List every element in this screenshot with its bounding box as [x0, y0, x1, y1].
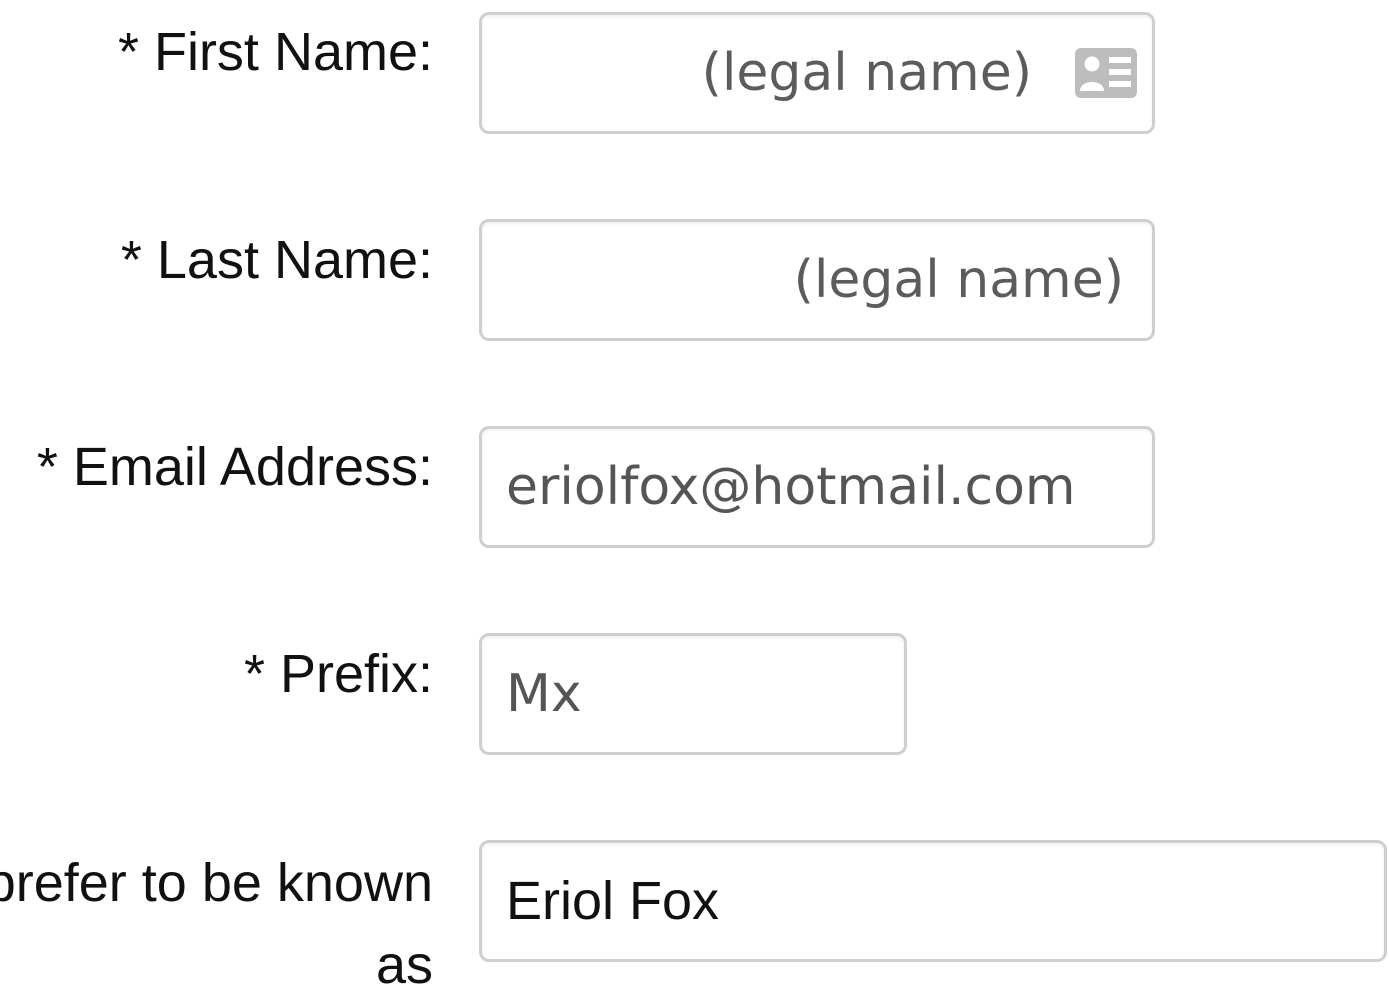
known-as-value: Eriol Fox: [506, 871, 720, 931]
last-name-placeholder: (legal name): [793, 250, 1124, 310]
email-value: eriolfox@hotmail.com: [506, 457, 1076, 517]
contact-card-icon[interactable]: [1074, 47, 1138, 99]
first-name-placeholder: (legal name): [701, 43, 1032, 103]
prefix-label: * Prefix:: [243, 644, 433, 704]
last-name-input[interactable]: (legal name): [479, 219, 1155, 341]
prefix-field[interactable]: Mx: [479, 633, 907, 755]
known-as-label: I prefer to be known as: [0, 853, 433, 995]
email-label: * Email Address:: [36, 437, 433, 497]
first-name-label: * First Name:: [117, 22, 433, 82]
prefix-value: Mx: [506, 664, 582, 724]
last-name-label: * Last Name:: [120, 230, 433, 290]
first-name-input[interactable]: (legal name): [479, 12, 1155, 134]
known-as-field[interactable]: Eriol Fox: [479, 840, 1387, 962]
email-field[interactable]: eriolfox@hotmail.com: [479, 426, 1155, 548]
